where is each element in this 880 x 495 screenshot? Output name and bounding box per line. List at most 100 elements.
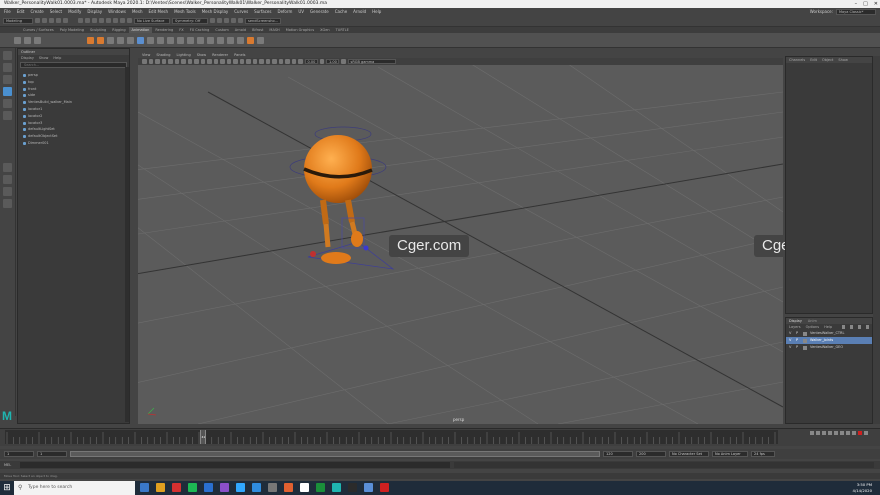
rotate-tool-icon[interactable] bbox=[3, 99, 12, 108]
outliner-item-locator1[interactable]: locator1 bbox=[18, 106, 129, 113]
shelf-trax-icon[interactable] bbox=[137, 36, 144, 44]
anim-layer-dropdown[interactable]: No Anim Layer bbox=[712, 451, 748, 457]
layer-visibility-toggle[interactable]: V bbox=[789, 337, 791, 344]
taskbar-clock[interactable]: 3:50 PM 4/14/2020 bbox=[853, 481, 872, 495]
shelf-set-key-icon[interactable] bbox=[14, 36, 21, 44]
channel-menu-object[interactable]: Object bbox=[822, 58, 833, 62]
menu-mesh[interactable]: Mesh bbox=[132, 9, 143, 14]
channel-menu-edit[interactable]: Edit bbox=[810, 58, 817, 62]
magnet-icon[interactable] bbox=[127, 18, 132, 23]
snap-grid-icon[interactable] bbox=[99, 18, 104, 23]
taskbar-app-icon[interactable] bbox=[140, 483, 149, 492]
layer-playback-toggle[interactable]: P bbox=[796, 344, 798, 351]
outliner-item-dimmer[interactable]: Dimmer001 bbox=[18, 140, 129, 147]
taskbar-app-icon[interactable] bbox=[348, 483, 357, 492]
snap-surface-icon[interactable] bbox=[120, 18, 125, 23]
default-material-icon[interactable] bbox=[226, 59, 231, 64]
safe-title-icon[interactable] bbox=[207, 59, 212, 64]
menu-cache[interactable]: Cache bbox=[335, 9, 347, 14]
fps-dropdown[interactable]: 24 fps bbox=[751, 451, 775, 457]
menu-edit-mesh[interactable]: Edit Mesh bbox=[149, 9, 169, 14]
scale-tool-icon[interactable] bbox=[3, 111, 12, 120]
playback-prefs-icon[interactable] bbox=[864, 431, 868, 435]
channel-menu-show[interactable]: Show bbox=[838, 58, 847, 62]
taskbar-app-icon[interactable] bbox=[252, 483, 261, 492]
outliner-menu-display[interactable]: Display bbox=[21, 56, 34, 60]
bookmark-icon[interactable] bbox=[155, 59, 160, 64]
menu-modify[interactable]: Modify bbox=[68, 9, 81, 14]
layer-row[interactable]: V P VentesWalker_CTRL bbox=[786, 330, 872, 337]
viewport-menu-panels[interactable]: Panels bbox=[234, 53, 245, 57]
undo-icon[interactable] bbox=[56, 18, 61, 23]
color-management-icon[interactable] bbox=[341, 59, 346, 64]
textured-icon[interactable] bbox=[252, 59, 257, 64]
shelf-key-icon[interactable] bbox=[24, 36, 31, 44]
safe-action-icon[interactable] bbox=[200, 59, 205, 64]
motion-blur-icon[interactable] bbox=[278, 59, 283, 64]
open-scene-icon[interactable] bbox=[42, 18, 47, 23]
layer-menu-options[interactable]: Options bbox=[806, 325, 820, 329]
image-plane-icon[interactable] bbox=[161, 59, 166, 64]
field-chart-icon[interactable] bbox=[194, 59, 199, 64]
shelf-dope-sheet-icon[interactable] bbox=[127, 36, 134, 44]
step-back-key-icon[interactable] bbox=[816, 431, 820, 435]
taskbar-app-icon[interactable] bbox=[188, 483, 197, 492]
shelf-unghost-icon[interactable] bbox=[177, 36, 184, 44]
layer-color-swatch[interactable] bbox=[803, 338, 807, 343]
step-forward-frame-icon[interactable] bbox=[840, 431, 844, 435]
taskbar-app-icon[interactable] bbox=[236, 483, 245, 492]
outliner-item-persp[interactable]: persp bbox=[18, 72, 129, 79]
layer-playback-toggle[interactable]: P bbox=[796, 330, 798, 337]
taskbar-app-icon[interactable] bbox=[284, 483, 293, 492]
shelf-graph-editor-icon[interactable] bbox=[117, 36, 124, 44]
shelf-bake-icon[interactable] bbox=[257, 36, 264, 44]
layer-menu-layers[interactable]: Layers bbox=[789, 325, 801, 329]
xray-joints-icon[interactable] bbox=[246, 59, 251, 64]
minimize-button[interactable]: – bbox=[855, 0, 858, 8]
shelf-linear-icon[interactable] bbox=[207, 36, 214, 44]
timeline-track[interactable] bbox=[5, 430, 778, 444]
taskbar-app-icon[interactable] bbox=[268, 483, 277, 492]
four-pane-layout-icon[interactable] bbox=[3, 175, 12, 184]
menu-uv[interactable]: UV bbox=[298, 9, 304, 14]
gamma-icon[interactable] bbox=[319, 59, 324, 64]
layer-color-swatch[interactable] bbox=[803, 331, 807, 336]
two-pane-layout-icon[interactable] bbox=[3, 187, 12, 196]
shelf-motion-trail-icon[interactable] bbox=[157, 36, 164, 44]
symmetry-dropdown[interactable]: Symmetry: Off bbox=[172, 17, 208, 24]
wireframe-icon[interactable] bbox=[213, 59, 218, 64]
gate-mask-icon[interactable] bbox=[187, 59, 192, 64]
shelf-spline-icon[interactable] bbox=[197, 36, 204, 44]
viewport-menu-shading[interactable]: Shading bbox=[156, 53, 170, 57]
gamma-field[interactable]: 1.00 bbox=[326, 59, 339, 64]
taskbar-app-icon[interactable] bbox=[332, 483, 341, 492]
depth-of-field-icon[interactable] bbox=[291, 59, 296, 64]
ambient-occlusion-icon[interactable] bbox=[272, 59, 277, 64]
menu-surfaces[interactable]: Surfaces bbox=[254, 9, 271, 14]
layer-row-selected[interactable]: V P Walker_Joints bbox=[786, 337, 872, 344]
command-input-field[interactable]: sendScreensho... bbox=[245, 17, 281, 24]
shelf-joint-icon[interactable] bbox=[247, 36, 254, 44]
channel-menu-channels[interactable]: Channels bbox=[789, 58, 805, 62]
shelf-tangent-icon[interactable] bbox=[187, 36, 194, 44]
film-gate-icon[interactable] bbox=[174, 59, 179, 64]
menu-mesh-display[interactable]: Mesh Display bbox=[202, 9, 229, 14]
close-button[interactable]: ✕ bbox=[874, 0, 878, 8]
taskbar-app-icon[interactable] bbox=[380, 483, 389, 492]
menu-set-dropdown[interactable]: Modeling bbox=[3, 17, 33, 24]
outliner-search-input[interactable]: Search... bbox=[20, 62, 127, 68]
go-to-end-icon[interactable] bbox=[852, 431, 856, 435]
move-tool-icon[interactable] bbox=[3, 87, 12, 96]
layer-visibility-toggle[interactable]: V bbox=[789, 330, 791, 337]
character-set-dropdown[interactable]: No Character Set bbox=[669, 451, 709, 457]
new-layer-icon[interactable] bbox=[858, 325, 861, 329]
play-forward-icon[interactable] bbox=[834, 431, 838, 435]
xray-icon[interactable] bbox=[239, 59, 244, 64]
step-back-frame-icon[interactable] bbox=[822, 431, 826, 435]
select-component-icon[interactable] bbox=[92, 18, 97, 23]
arnold-render-icon[interactable] bbox=[238, 18, 243, 23]
new-scene-icon[interactable] bbox=[35, 18, 40, 23]
save-scene-icon[interactable] bbox=[49, 18, 54, 23]
auto-key-icon[interactable] bbox=[858, 431, 862, 435]
taskbar-app-icon[interactable] bbox=[316, 483, 325, 492]
